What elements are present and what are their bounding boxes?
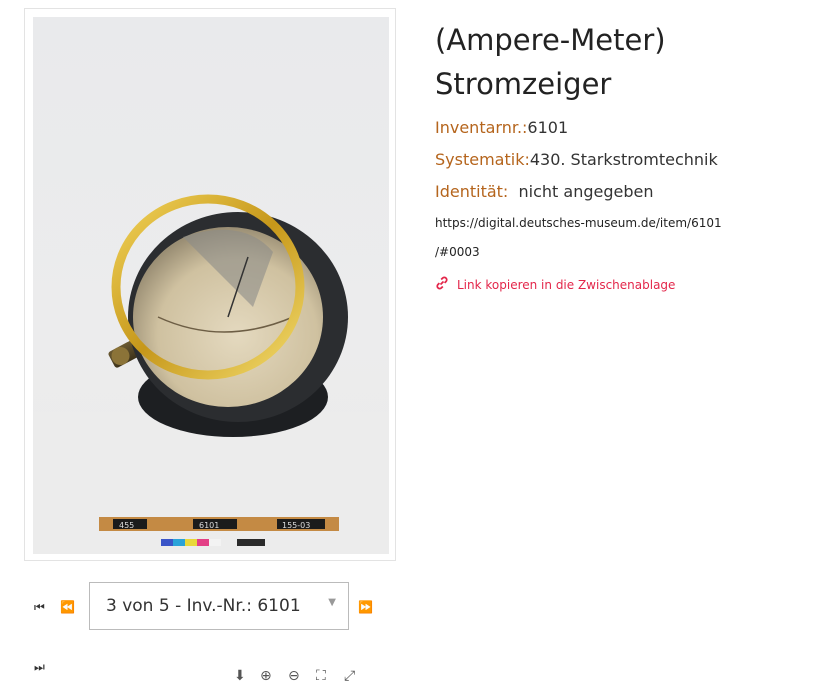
title-line-1: (Ampere-Meter) (435, 23, 666, 57)
systematik-label: Systematik: (435, 150, 530, 169)
next-image-icon[interactable]: ⏩ (358, 600, 373, 614)
page-title: (Ampere-Meter) Stromzeiger (435, 18, 666, 106)
download-icon[interactable]: ⬇ (234, 668, 246, 684)
copy-link-button[interactable]: Link kopieren in die Zwischenablage (435, 276, 675, 293)
inventarnr-row: Inventarnr.:6101 (435, 118, 568, 137)
scale-label-3: 155-03 (282, 521, 310, 530)
inventarnr-label: Inventarnr.: (435, 118, 528, 137)
copy-link-label: Link kopieren in die Zwischenablage (457, 277, 676, 292)
title-line-2: Stromzeiger (435, 67, 612, 101)
image-select-value: 3 von 5 - Inv.-Nr.: 6101 (106, 596, 301, 616)
fullscreen-icon[interactable]: ⤢ (344, 668, 355, 684)
permalink-line-2[interactable]: /#0003 (435, 245, 480, 259)
ammeter-illustration: 455 6101 155-03 (33, 194, 389, 554)
identitaet-label: Identität: (435, 182, 509, 201)
previous-image-icon[interactable]: ⏪ (60, 600, 75, 614)
scale-label-1: 455 (119, 521, 134, 530)
identitaet-value: nicht angegeben (518, 182, 654, 201)
systematik-value: 430. Starkstromtechnik (529, 150, 718, 169)
systematik-row: Systematik:430. Starkstromtechnik (435, 150, 718, 169)
inventarnr-value: 6101 (527, 118, 569, 137)
last-image-icon[interactable]: ⏭ (34, 660, 45, 675)
fit-screen-icon[interactable]: ⛶ (316, 668, 326, 684)
link-icon (435, 276, 449, 293)
identitaet-row: Identität: nicht angegeben (435, 182, 653, 201)
dropdown-arrow-icon: ▼ (328, 597, 336, 608)
image-select-dropdown[interactable]: 3 von 5 - Inv.-Nr.: 6101 ▼ (89, 582, 349, 630)
permalink-line-1[interactable]: https://digital.deutsches-museum.de/item… (435, 216, 722, 230)
first-image-icon[interactable]: ⏮ (34, 600, 45, 615)
scale-label-2: 6101 (199, 521, 219, 530)
object-image-frame: 455 6101 155-03 (24, 8, 396, 561)
object-photo[interactable]: 455 6101 155-03 (33, 17, 389, 554)
zoom-out-icon[interactable]: ⊖ (288, 668, 300, 684)
zoom-in-icon[interactable]: ⊕ (260, 668, 272, 684)
